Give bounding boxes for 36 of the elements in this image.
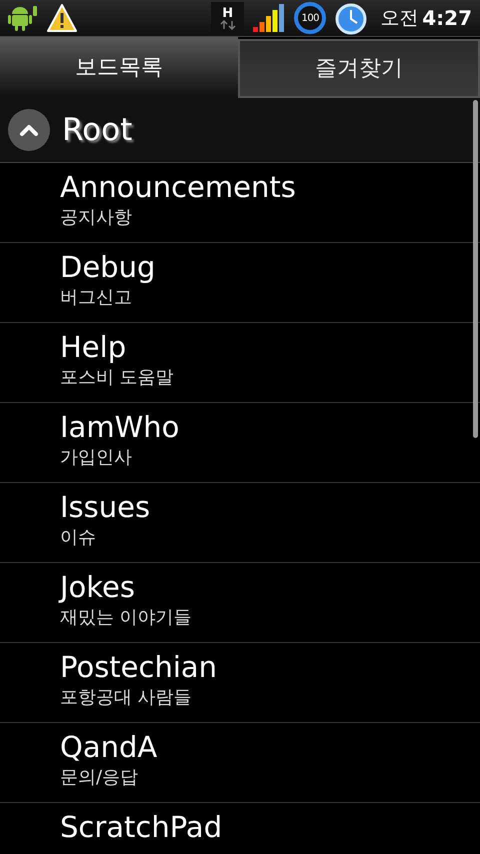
board-description: 포항공대 사람들 bbox=[60, 686, 193, 710]
board-name: Postechian bbox=[60, 649, 218, 685]
time-period: 오전 bbox=[380, 6, 418, 31]
chevron-up-icon bbox=[19, 123, 39, 137]
board-description: 재밌는 이야기들 bbox=[60, 606, 193, 630]
board-description: 공지사항 bbox=[60, 206, 133, 230]
board-item[interactable]: QandA 문의/응답 bbox=[0, 723, 480, 803]
board-item[interactable]: Jokes 재밌는 이야기들 bbox=[0, 563, 480, 643]
board-name: Issues bbox=[60, 489, 152, 525]
board-item[interactable]: ScratchPad bbox=[0, 803, 480, 854]
board-description: 포스비 도움말 bbox=[60, 366, 175, 390]
warning-icon bbox=[46, 3, 78, 33]
board-item[interactable]: Issues 이슈 bbox=[0, 483, 480, 563]
board-description: 가입인사 bbox=[60, 446, 133, 470]
header-title: Root bbox=[62, 110, 132, 150]
signal-icon bbox=[252, 3, 286, 33]
board-name: ScratchPad bbox=[60, 809, 224, 845]
board-name: Jokes bbox=[60, 569, 136, 605]
board-description: 이슈 bbox=[60, 526, 97, 550]
tab[interactable]: 즐겨찾기 bbox=[238, 39, 480, 98]
board-description: 문의/응답 bbox=[60, 766, 140, 790]
tab[interactable]: 보드목록 bbox=[0, 37, 238, 98]
clock-time: 4:27 bbox=[422, 5, 472, 32]
board-name: IamWho bbox=[60, 409, 180, 445]
board-name: Debug bbox=[60, 249, 156, 285]
board-name: QandA bbox=[60, 729, 158, 765]
board-name: Help bbox=[60, 329, 128, 365]
data-arrows-icon bbox=[220, 20, 236, 30]
board-name: Announcements bbox=[60, 169, 297, 205]
network-label: H bbox=[222, 6, 234, 20]
battery-level: 100 bbox=[301, 12, 320, 26]
board-description: 버그신고 bbox=[60, 286, 133, 310]
alarm-clock-icon bbox=[334, 1, 368, 35]
android-icon bbox=[8, 4, 38, 32]
up-button[interactable] bbox=[8, 109, 50, 151]
board-item[interactable]: Postechian 포항공대 사람들 bbox=[0, 643, 480, 723]
